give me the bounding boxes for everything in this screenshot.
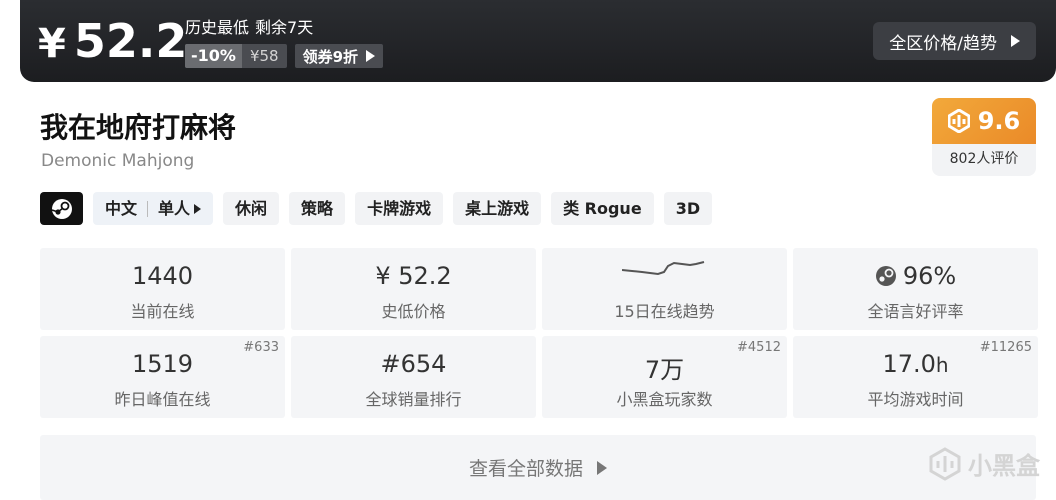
stat-positive-rate[interactable]: 96% 全语言好评率	[793, 248, 1038, 330]
stat-current-online[interactable]: 1440 当前在线	[40, 248, 285, 330]
stat-label: 全球销量排行	[365, 390, 462, 409]
stat-lowest-price[interactable]: ¥ 52.2 史低价格	[291, 248, 536, 330]
game-subtitle: Demonic Mahjong	[41, 151, 195, 171]
stat-yesterday-peak[interactable]: #633 1519 昨日峰值在线	[40, 336, 285, 418]
stat-label: 史低价格	[381, 302, 446, 321]
stat-label: 当前在线	[130, 302, 195, 321]
score-badge: 9.6	[932, 98, 1036, 144]
stat-label: 昨日峰值在线	[114, 390, 211, 409]
region-button-label: 全区价格/趋势	[889, 33, 997, 54]
stat-value: ¥ 52.2	[375, 262, 452, 290]
tag-strategy[interactable]: 策略	[289, 192, 346, 225]
stat-global-sales-rank[interactable]: #654 全球销量排行	[291, 336, 536, 418]
tag-casual[interactable]: 休闲	[223, 192, 280, 225]
heybox-watermark: 小黑盒	[928, 446, 1040, 481]
steam-platform-tag[interactable]	[40, 192, 83, 225]
online-trend-sparkline	[622, 261, 705, 276]
stat-value: 17.0	[882, 350, 936, 378]
stat-online-trend[interactable]: 15日在线趋势	[542, 248, 787, 330]
stat-value-wrap: 17.0h	[793, 350, 1038, 378]
language-label: 中文	[105, 199, 138, 218]
tag-bar: 中文 单人 休闲 策略 卡牌游戏 桌上游戏 类 Rogue 3D	[40, 192, 713, 225]
current-price: ¥52.2	[38, 14, 187, 68]
watermark-text: 小黑盒	[968, 452, 1040, 480]
discount-percent: -10%	[185, 44, 242, 68]
coupon-button[interactable]: 领券9折	[294, 44, 384, 68]
score-card[interactable]: 9.6 802人评价	[932, 98, 1036, 176]
heybox-logo-icon	[947, 109, 970, 133]
stat-label: 全语言好评率	[867, 302, 964, 321]
steam-icon	[51, 198, 72, 219]
caret-right-icon	[194, 203, 202, 214]
play-arrow-icon	[597, 460, 607, 475]
play-arrow-icon	[366, 50, 376, 62]
stat-avg-playtime[interactable]: #11265 17.0h 平均游戏时间	[793, 336, 1038, 418]
review-count: 802人评价	[949, 151, 1019, 167]
play-arrow-icon	[1011, 35, 1020, 47]
stat-label: 小黑盒玩家数	[616, 390, 713, 409]
lowest-price-info: 历史最低 剩余7天	[185, 14, 313, 38]
score-value: 9.6	[977, 107, 1021, 135]
stat-value: 96%	[902, 262, 957, 290]
price-value: 52.2	[73, 14, 188, 68]
stat-label: 平均游戏时间	[867, 390, 964, 409]
stat-value: 7万	[644, 356, 685, 384]
game-title: 我在地府打麻将	[40, 111, 237, 144]
stat-value-wrap: 96%	[793, 262, 1038, 290]
heybox-logo-icon	[929, 446, 961, 481]
coupon-label: 领券9折	[302, 47, 359, 66]
divider	[147, 200, 149, 217]
lowest-label: 历史最低	[185, 18, 250, 37]
original-price: ¥58	[249, 47, 279, 65]
stat-unit: h	[935, 353, 949, 377]
tag-card-game[interactable]: 卡牌游戏	[355, 192, 444, 225]
mode-label: 单人	[158, 199, 191, 218]
stat-label: 15日在线趋势	[614, 302, 715, 321]
stat-value: #654	[380, 350, 447, 378]
region-price-trend-button[interactable]: 全区价格/趋势	[873, 22, 1036, 60]
stats-grid: 1440 当前在线 ¥ 52.2 史低价格 15日在线趋势 96% 全语言好评率…	[40, 248, 1038, 418]
discount-badge: -10% ¥58	[185, 44, 287, 68]
view-all-label: 查看全部数据	[468, 458, 583, 480]
view-all-data-button[interactable]: 查看全部数据	[40, 435, 1036, 500]
tag-tabletop[interactable]: 桌上游戏	[453, 192, 542, 225]
tag-roguelike[interactable]: 类 Rogue	[551, 192, 654, 225]
stat-heybox-players[interactable]: #4512 7万 小黑盒玩家数	[542, 336, 787, 418]
stat-value: 1519	[131, 350, 194, 378]
language-mode-tag[interactable]: 中文 单人	[93, 192, 214, 225]
price-banner: ¥52.2 历史最低 剩余7天 -10% ¥58 领券9折 全区价格/趋势	[20, 0, 1056, 82]
steam-icon	[875, 266, 896, 286]
discount-row: -10% ¥58 领券9折	[185, 44, 384, 68]
stat-value: 1440	[131, 262, 194, 290]
currency-symbol: ¥	[38, 21, 66, 67]
tag-3d[interactable]: 3D	[663, 192, 713, 225]
remaining-days: 剩余7天	[255, 18, 314, 37]
